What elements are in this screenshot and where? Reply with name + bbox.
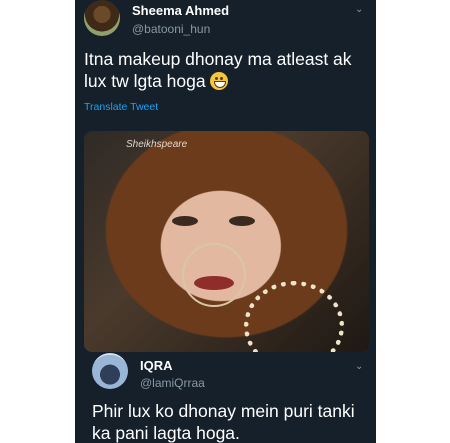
nose-ring	[182, 243, 246, 307]
grinning-face-emoji-icon	[209, 72, 228, 90]
translate-tweet-link[interactable]: Translate Tweet	[84, 101, 158, 113]
portrait-necklace	[244, 281, 344, 352]
reply-author-avatar[interactable]	[92, 353, 128, 389]
author-handle[interactable]: @batooni_hun	[132, 22, 210, 36]
author-avatar[interactable]	[84, 0, 120, 36]
portrait-lips	[194, 276, 234, 290]
author-name[interactable]: Sheema Ahmed	[132, 3, 229, 18]
media-watermark: Sheikhspeare	[126, 139, 188, 150]
portrait-eye	[229, 216, 255, 226]
portrait-eye	[172, 216, 198, 226]
reply-author-handle[interactable]: @lamiQrraa	[140, 376, 205, 390]
tweet-media-image[interactable]: Sheikhspeare	[84, 131, 369, 352]
tweet-screen: Sheema Ahmed @batooni_hun ⌄ Itna makeup …	[75, 0, 376, 443]
tweet-text: Itna makeup dhonay ma atleast ak lux tw …	[84, 48, 369, 92]
chevron-down-icon[interactable]: ⌄	[355, 362, 363, 372]
reply-author-name[interactable]: IQRA	[140, 358, 173, 373]
reply-text: Phir lux ko dhonay mein puri tanki ka pa…	[92, 401, 355, 443]
chevron-down-icon[interactable]: ⌄	[355, 5, 363, 15]
